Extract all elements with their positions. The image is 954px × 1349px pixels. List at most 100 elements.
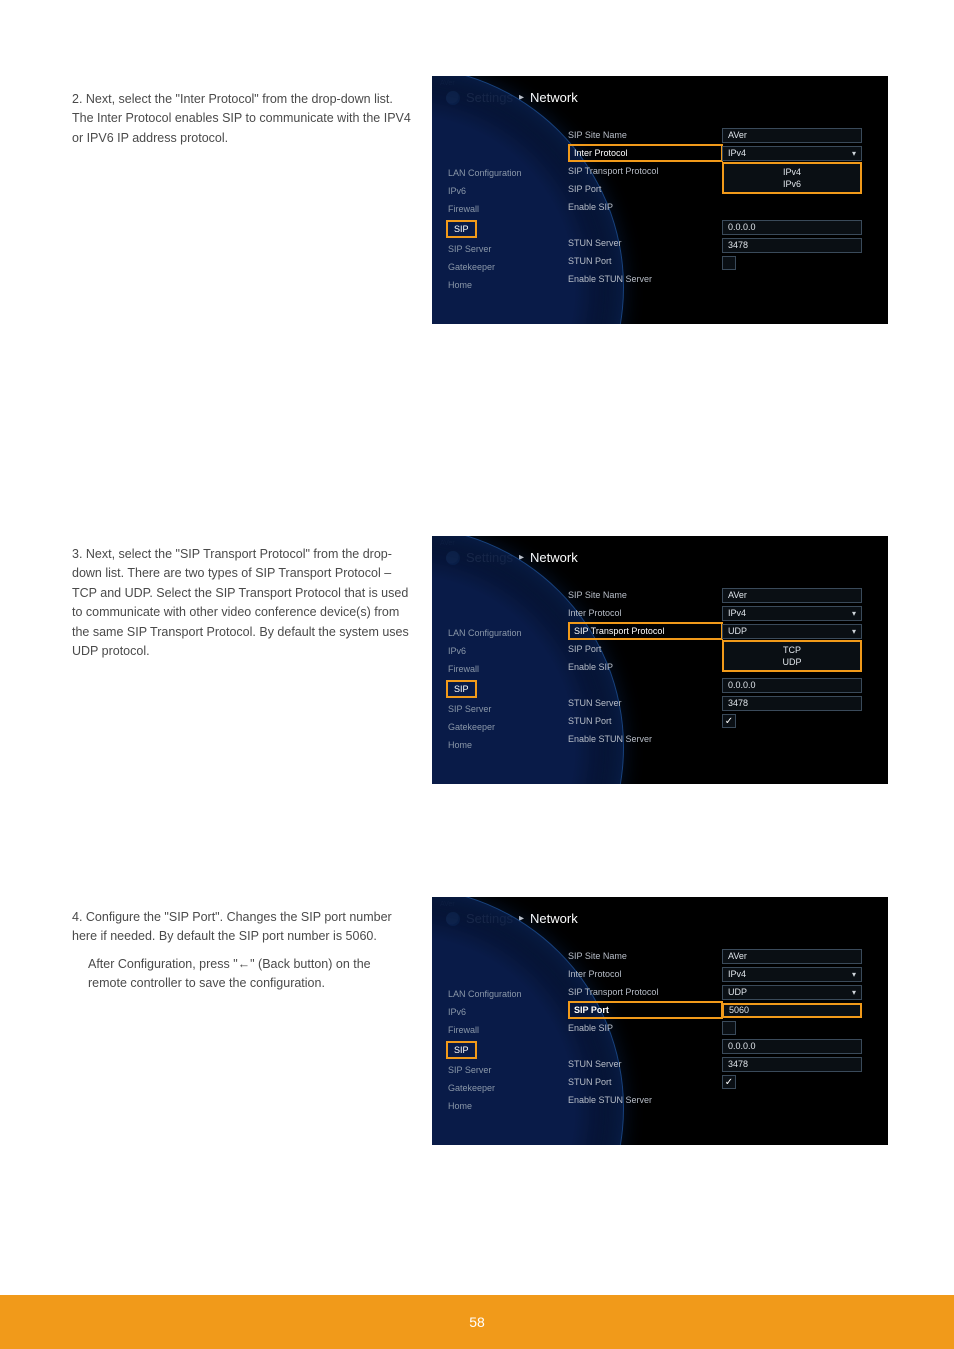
stun-port-input[interactable]: 3478 bbox=[722, 238, 862, 253]
label-sip-site-name: SIP Site Name bbox=[568, 586, 723, 604]
form-fields: AVer IPv4▾ UDP▾ TCP UDP 0.0.0.0 3478 ✓ bbox=[722, 586, 872, 730]
doc-step-3-text: 3. Next, select the "SIP Transport Proto… bbox=[72, 545, 412, 661]
label-sip-site-name: SIP Site Name bbox=[568, 947, 723, 965]
stun-server-input[interactable]: 0.0.0.0 bbox=[722, 1039, 862, 1054]
inter-protocol-value: IPv4 bbox=[728, 969, 746, 979]
sidebar-item-home[interactable]: Home bbox=[446, 736, 576, 754]
form-fields: AVer IPv4 ▾ UDP▾ 5060 0.0.0.0 3478 ✓ bbox=[722, 947, 872, 1091]
label-stun-port: STUN Port bbox=[568, 1073, 723, 1091]
sidebar: LAN Configuration IPv6 Firewall SIP SIP … bbox=[446, 624, 576, 754]
sidebar-item-lan[interactable]: LAN Configuration bbox=[446, 985, 576, 1003]
sidebar-item-gatekeeper[interactable]: Gatekeeper bbox=[446, 1079, 576, 1097]
sip-port-input[interactable]: 5060 bbox=[722, 1003, 862, 1018]
inter-protocol-select[interactable]: IPv4 ▾ bbox=[722, 146, 862, 161]
inter-protocol-dropdown[interactable]: IPv4 IPv6 bbox=[722, 162, 862, 194]
label-sip-transport: SIP Transport Protocol bbox=[568, 622, 723, 640]
doc-step-3-body: Next, select the "SIP Transport Protocol… bbox=[72, 547, 409, 658]
sidebar-item-lan[interactable]: LAN Configuration bbox=[446, 164, 576, 182]
enable-stun-checkbox[interactable] bbox=[722, 256, 736, 270]
doc-step-2-text: 2. Next, select the "Inter Protocol" fro… bbox=[72, 90, 412, 148]
transport-opt-udp[interactable]: UDP bbox=[724, 656, 860, 668]
sidebar-item-ipv6[interactable]: IPv6 bbox=[446, 182, 576, 200]
sidebar-item-firewall[interactable]: Firewall bbox=[446, 660, 576, 678]
sidebar-item-ipv6[interactable]: IPv6 bbox=[446, 1003, 576, 1021]
label-enable-stun: Enable STUN Server bbox=[568, 730, 723, 748]
form-labels: SIP Site Name Inter Protocol SIP Transpo… bbox=[568, 126, 723, 288]
enable-stun-checkbox[interactable]: ✓ bbox=[722, 714, 736, 728]
sidebar-item-sip[interactable]: SIP bbox=[446, 1041, 477, 1059]
inter-protocol-value: IPv4 bbox=[728, 608, 746, 618]
stun-port-input[interactable]: 3478 bbox=[722, 696, 862, 711]
doc-step-4-body: Configure the "SIP Port". Changes the SI… bbox=[72, 910, 392, 943]
sip-transport-select[interactable]: UDP▾ bbox=[722, 985, 862, 1000]
chevron-down-icon: ▾ bbox=[852, 149, 856, 158]
sidebar-item-firewall[interactable]: Firewall bbox=[446, 200, 576, 218]
inter-protocol-value: IPv4 bbox=[728, 148, 746, 158]
crumb-network: Network bbox=[530, 911, 578, 926]
form-labels: SIP Site Name Inter Protocol SIP Transpo… bbox=[568, 947, 723, 1109]
chevron-down-icon: ▾ bbox=[852, 970, 856, 979]
label-stun-port: STUN Port bbox=[568, 712, 723, 730]
label-sip-transport: SIP Transport Protocol bbox=[568, 162, 723, 180]
inter-protocol-select[interactable]: IPv4 ▾ bbox=[722, 606, 862, 621]
label-sip-port: SIP Port bbox=[568, 640, 723, 658]
sidebar-item-sip-server[interactable]: SIP Server bbox=[446, 240, 576, 258]
screenshot-sip-transport: AVer Settings ▸ Network LAN Configuratio… bbox=[432, 536, 888, 784]
inter-opt-ipv6[interactable]: IPv6 bbox=[724, 178, 860, 190]
inter-opt-ipv4[interactable]: IPv4 bbox=[724, 166, 860, 178]
sip-site-name-input[interactable]: AVer bbox=[722, 949, 862, 964]
chevron-down-icon: ▾ bbox=[852, 627, 856, 636]
sidebar-item-sip-server[interactable]: SIP Server bbox=[446, 1061, 576, 1079]
transport-opt-tcp[interactable]: TCP bbox=[724, 644, 860, 656]
sidebar-item-ipv6[interactable]: IPv6 bbox=[446, 642, 576, 660]
label-inter-protocol: Inter Protocol bbox=[568, 144, 723, 162]
page-number: 58 bbox=[469, 1314, 485, 1330]
enable-stun-checkbox[interactable]: ✓ bbox=[722, 1075, 736, 1089]
crumb-network: Network bbox=[530, 90, 578, 105]
stun-server-input[interactable]: 0.0.0.0 bbox=[722, 220, 862, 235]
label-enable-sip: Enable SIP bbox=[568, 198, 723, 216]
screenshot-sip-port: AVer Settings ▸ Network LAN Configuratio… bbox=[432, 897, 888, 1145]
label-inter-protocol: Inter Protocol bbox=[568, 604, 723, 622]
crumb-network: Network bbox=[530, 550, 578, 565]
sidebar-item-home[interactable]: Home bbox=[446, 1097, 576, 1115]
stun-port-input[interactable]: 3478 bbox=[722, 1057, 862, 1072]
label-stun-server: STUN Server bbox=[568, 234, 723, 252]
label-sip-port: SIP Port bbox=[568, 1001, 723, 1019]
doc-step-4b: After Configuration, press "←" (Back but… bbox=[88, 955, 412, 994]
doc-step-4-text: 4. Configure the "SIP Port". Changes the… bbox=[72, 908, 412, 994]
sip-site-name-input[interactable]: AVer bbox=[722, 588, 862, 603]
sidebar-item-sip[interactable]: SIP bbox=[446, 680, 477, 698]
inter-protocol-select[interactable]: IPv4 ▾ bbox=[722, 967, 862, 982]
sidebar-item-sip[interactable]: SIP bbox=[446, 220, 477, 238]
sip-transport-value: UDP bbox=[728, 987, 747, 997]
label-enable-stun: Enable STUN Server bbox=[568, 270, 723, 288]
chevron-down-icon: ▾ bbox=[852, 609, 856, 618]
form-labels: SIP Site Name Inter Protocol SIP Transpo… bbox=[568, 586, 723, 748]
label-sip-site-name: SIP Site Name bbox=[568, 126, 723, 144]
sidebar-item-home[interactable]: Home bbox=[446, 276, 576, 294]
screenshot-inter-protocol: AVer Settings ▸ Network LAN Configuratio… bbox=[432, 76, 888, 324]
doc-step-2-body: Next, select the "Inter Protocol" from t… bbox=[72, 92, 411, 145]
stun-server-input[interactable]: 0.0.0.0 bbox=[722, 678, 862, 693]
sip-site-name-input[interactable]: AVer bbox=[722, 128, 862, 143]
label-stun-server: STUN Server bbox=[568, 694, 723, 712]
sidebar: LAN Configuration IPv6 Firewall SIP SIP … bbox=[446, 164, 576, 294]
sidebar-item-sip-server[interactable]: SIP Server bbox=[446, 700, 576, 718]
form-fields: AVer IPv4 ▾ IPv4 IPv6 0.0.0.0 3478 bbox=[722, 126, 872, 272]
sidebar-item-lan[interactable]: LAN Configuration bbox=[446, 624, 576, 642]
label-sip-transport: SIP Transport Protocol bbox=[568, 983, 723, 1001]
label-sip-port: SIP Port bbox=[568, 180, 723, 198]
label-enable-sip: Enable SIP bbox=[568, 658, 723, 676]
label-inter-protocol: Inter Protocol bbox=[568, 965, 723, 983]
label-stun-server: STUN Server bbox=[568, 1055, 723, 1073]
sidebar-item-gatekeeper[interactable]: Gatekeeper bbox=[446, 258, 576, 276]
sidebar: LAN Configuration IPv6 Firewall SIP SIP … bbox=[446, 985, 576, 1115]
sip-transport-dropdown[interactable]: TCP UDP bbox=[722, 640, 862, 672]
sidebar-item-firewall[interactable]: Firewall bbox=[446, 1021, 576, 1039]
sip-transport-select[interactable]: UDP▾ bbox=[722, 624, 862, 639]
enable-sip-checkbox[interactable] bbox=[722, 1021, 736, 1035]
sidebar-item-gatekeeper[interactable]: Gatekeeper bbox=[446, 718, 576, 736]
label-enable-stun: Enable STUN Server bbox=[568, 1091, 723, 1109]
footer: 58 bbox=[0, 1295, 954, 1349]
